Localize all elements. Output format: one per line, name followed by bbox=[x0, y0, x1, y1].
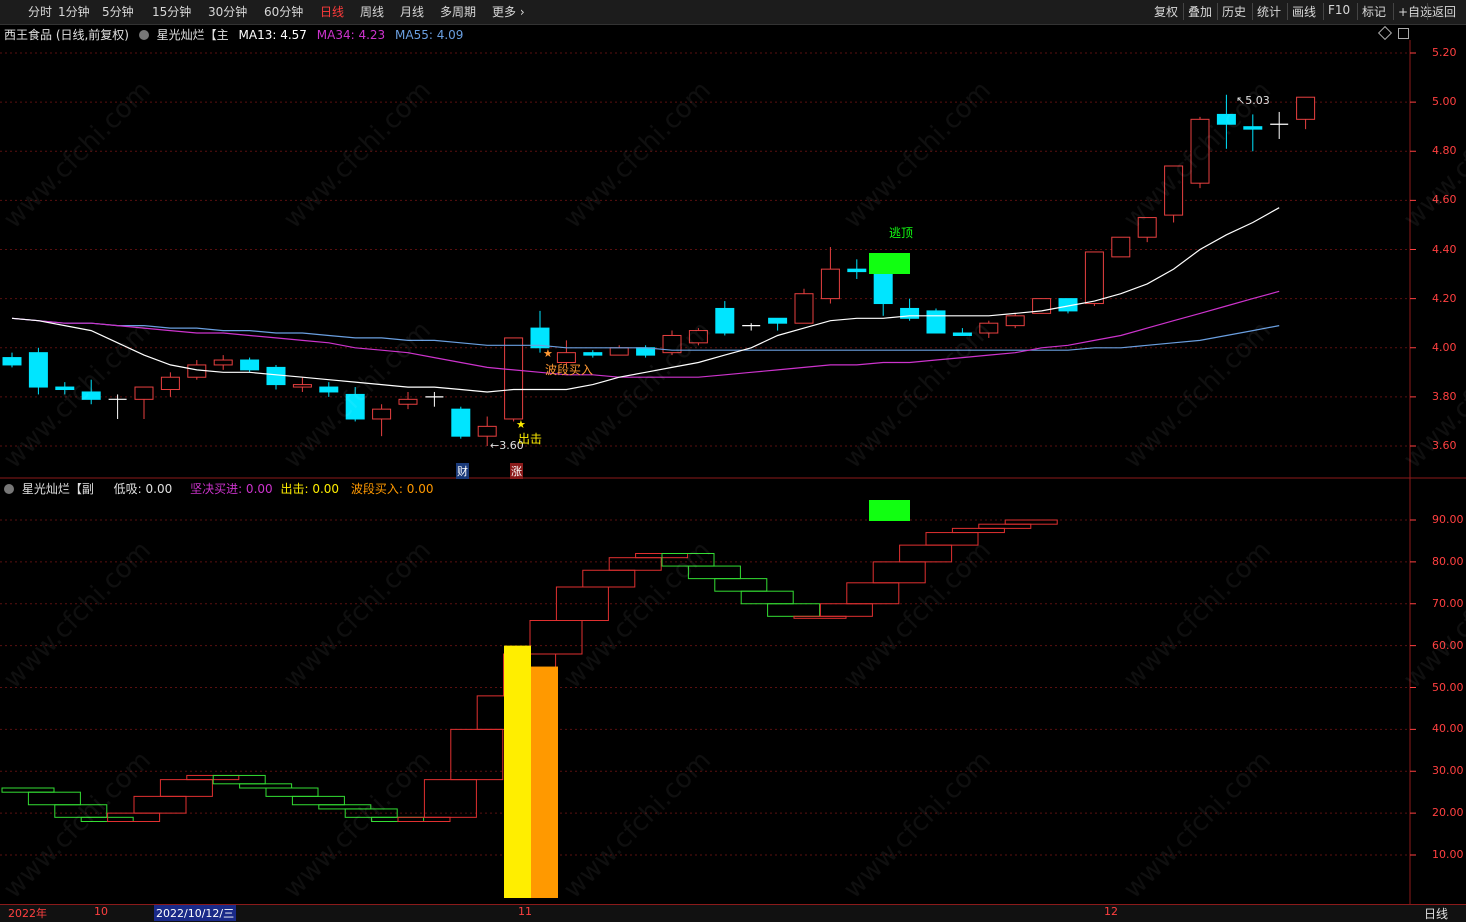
candle-body bbox=[160, 376, 180, 391]
candle-body bbox=[134, 386, 154, 400]
escape-top-indicator bbox=[869, 500, 910, 521]
cai-badge[interactable]: 财 bbox=[456, 463, 469, 479]
candle-body bbox=[820, 268, 840, 300]
date-axis-year: 2022年 bbox=[8, 907, 47, 920]
strength-step bbox=[767, 603, 821, 617]
period-button[interactable]: 日线 bbox=[1424, 905, 1448, 922]
candle-body bbox=[583, 352, 603, 356]
candle-body bbox=[926, 310, 946, 334]
strength-step bbox=[819, 603, 873, 617]
candle-body bbox=[1111, 236, 1131, 258]
price-tick-label: 4.40 bbox=[1432, 242, 1457, 256]
candle-body bbox=[28, 352, 48, 388]
candle-body bbox=[398, 398, 418, 405]
escape-top-marker bbox=[869, 253, 910, 274]
date-axis-month-11: 11 bbox=[518, 905, 532, 918]
wave-buy-bar bbox=[531, 666, 558, 898]
candle-body bbox=[240, 359, 260, 371]
candle-body bbox=[768, 317, 788, 324]
indicator-tick-label: 10.00 bbox=[1432, 848, 1464, 861]
escape-top-label: 逃顶 bbox=[889, 226, 914, 240]
strength-step bbox=[740, 590, 794, 605]
strength-step bbox=[872, 561, 926, 584]
indicator-tick-label: 90.00 bbox=[1432, 513, 1464, 526]
strength-step bbox=[239, 783, 293, 789]
candle-body bbox=[847, 268, 867, 273]
strength-step bbox=[133, 795, 187, 814]
indicator-tick-label: 50.00 bbox=[1432, 680, 1464, 694]
candle-body bbox=[319, 386, 339, 393]
price-tick-label: 5.20 bbox=[1432, 46, 1457, 59]
star-icon: ★ bbox=[543, 347, 553, 360]
indicator-tick-label: 70.00 bbox=[1432, 596, 1464, 610]
candle-body bbox=[266, 366, 286, 386]
candle-body bbox=[794, 293, 814, 324]
indicator-tick-label: 20.00 bbox=[1432, 806, 1464, 820]
strength-step bbox=[159, 779, 213, 797]
strength-step bbox=[582, 569, 636, 588]
candle-body bbox=[715, 307, 735, 334]
strength-step bbox=[265, 787, 319, 797]
strength-step bbox=[846, 582, 900, 605]
zhang-badge[interactable]: 涨 bbox=[510, 463, 523, 479]
strength-step bbox=[291, 795, 345, 806]
arrow-left-icon: ← bbox=[490, 439, 500, 452]
strength-step bbox=[423, 779, 477, 818]
candle-body bbox=[1005, 315, 1025, 327]
price-tick-label: 4.20 bbox=[1432, 291, 1457, 305]
strength-step bbox=[1, 787, 55, 793]
strength-step bbox=[714, 578, 768, 592]
indicator-tick-label: 30.00 bbox=[1432, 764, 1464, 778]
candle-body bbox=[2, 357, 22, 366]
strength-step bbox=[978, 523, 1032, 529]
candle-body bbox=[187, 364, 207, 378]
price-tick-label: 5.00 bbox=[1432, 95, 1457, 109]
candle-body bbox=[451, 408, 471, 437]
strength-step bbox=[529, 620, 583, 655]
indicator-tick-label: 40.00 bbox=[1432, 722, 1464, 736]
date-axis-month-10: 10 bbox=[94, 905, 108, 918]
strength-step bbox=[951, 527, 1005, 534]
candle-body bbox=[292, 384, 312, 388]
candle-body bbox=[609, 347, 629, 356]
strength-step bbox=[1004, 519, 1058, 525]
candle-body bbox=[372, 408, 392, 420]
price-tick-label: 4.80 bbox=[1432, 144, 1457, 158]
strength-step bbox=[608, 557, 662, 571]
indicator-tick-label: 80.00 bbox=[1432, 554, 1464, 568]
strength-step bbox=[27, 791, 81, 806]
candle-body bbox=[504, 337, 524, 420]
price-tick-label: 4.00 bbox=[1432, 340, 1457, 354]
strength-step bbox=[899, 544, 953, 563]
exit-bar bbox=[504, 645, 531, 898]
candle-body bbox=[477, 425, 497, 437]
candle-body bbox=[213, 359, 233, 366]
date-axis-cursor-date: 2022/10/12/三 bbox=[154, 905, 237, 921]
date-axis-month-12: 12 bbox=[1104, 905, 1118, 918]
strength-step bbox=[450, 728, 504, 781]
candle-body bbox=[1084, 251, 1104, 305]
candle-body bbox=[873, 273, 893, 305]
candle-body bbox=[1296, 96, 1316, 120]
